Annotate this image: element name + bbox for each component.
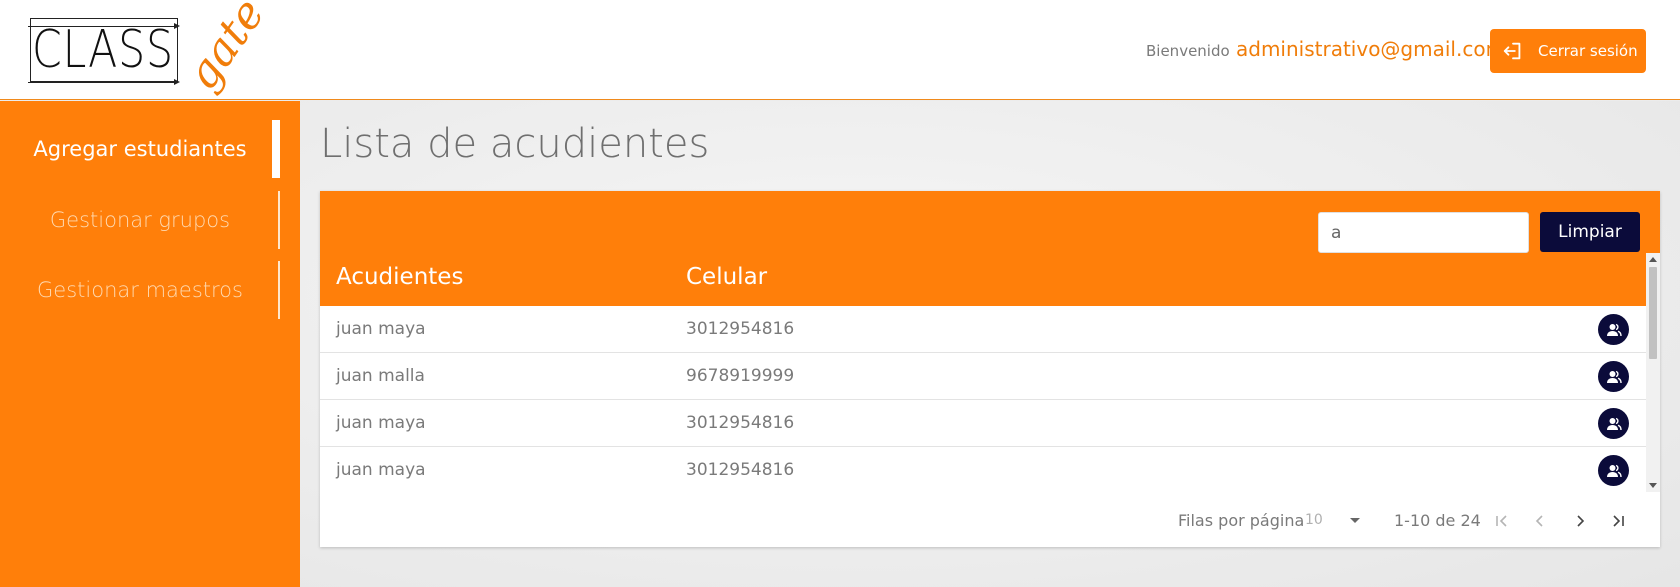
guardian-phone: 3012954816 (686, 413, 795, 433)
guardian-phone: 3012954816 (686, 460, 795, 480)
sidebar-item-gestionar-grupos[interactable]: Gestionar grupos (0, 191, 300, 249)
clear-button[interactable]: Limpiar (1540, 212, 1640, 252)
last-page-icon[interactable] (1606, 509, 1630, 533)
page-range-label: 1-10 de 24 (1394, 511, 1481, 530)
user-group-icon[interactable] (1598, 455, 1629, 486)
logo-accent-text: gate (176, 0, 275, 99)
welcome-label: Bienvenido (1146, 42, 1230, 60)
sidebar: Agregar estudiantes Gestionar grupos Ges… (0, 101, 300, 587)
sidebar-item-label: Gestionar maestros (37, 278, 243, 302)
scroll-up-arrow-icon[interactable] (1649, 257, 1657, 262)
chevron-left-icon[interactable] (1528, 509, 1552, 533)
item-divider (278, 261, 280, 319)
table-row: juan maya 3012954816 (320, 400, 1646, 447)
table-body: juan maya 3012954816 juan malla 96789199… (320, 306, 1646, 492)
user-group-icon[interactable] (1598, 314, 1629, 345)
guardian-name: juan maya (336, 319, 426, 339)
sidebar-item-label: Agregar estudiantes (33, 137, 247, 161)
column-header-celular[interactable]: Celular (686, 264, 767, 290)
logout-button[interactable]: Cerrar sesión (1490, 29, 1646, 73)
table-row: juan maya 3012954816 (320, 306, 1646, 353)
logout-label: Cerrar sesión (1538, 42, 1638, 60)
column-header-acudientes[interactable]: Acudientes (336, 264, 463, 290)
chevron-right-icon[interactable] (1568, 509, 1592, 533)
sidebar-item-label: Gestionar grupos (49, 208, 231, 232)
guardian-name: juan malla (336, 366, 425, 386)
guardian-phone: 9678919999 (686, 366, 795, 386)
table-row: juan maya 3012954816 (320, 447, 1646, 492)
sidebar-item-gestionar-maestros[interactable]: Gestionar maestros (0, 261, 300, 319)
table-toolbar: Limpiar Acudientes Celular (320, 191, 1660, 306)
guardian-name: juan maya (336, 460, 426, 480)
active-indicator (272, 120, 280, 178)
user-group-icon[interactable] (1598, 361, 1629, 392)
search-input[interactable] (1318, 212, 1529, 253)
logout-icon (1503, 42, 1521, 60)
logo-arrow-bottom (28, 79, 180, 85)
table-scrollbar[interactable] (1646, 253, 1660, 492)
rows-per-page-select[interactable]: 10 (1305, 512, 1385, 532)
rows-per-page-label: Filas por página (1178, 511, 1305, 530)
first-page-icon[interactable] (1490, 509, 1514, 533)
scroll-down-arrow-icon[interactable] (1649, 483, 1657, 488)
guardian-name: juan maya (336, 413, 426, 433)
guardian-phone: 3012954816 (686, 319, 795, 339)
rows-per-page-value: 10 (1305, 512, 1323, 528)
logo-text: CLASS (32, 20, 174, 80)
table-pagination: Filas por página 10 1-10 de 24 (320, 492, 1660, 547)
table-row: juan malla 9678919999 (320, 353, 1646, 400)
chevron-down-icon[interactable] (1350, 518, 1360, 523)
guardians-table-card: Limpiar Acudientes Celular juan maya 301… (320, 191, 1660, 547)
scroll-thumb[interactable] (1649, 267, 1657, 359)
logo-arrow-top (28, 23, 180, 29)
page-title: Lista de acudientes (320, 121, 710, 167)
main-content: Lista de acudientes Limpiar Acudientes C… (300, 101, 1680, 587)
top-header: CLASS gate Bienvenido administrativo@gma… (0, 0, 1680, 100)
user-group-icon[interactable] (1598, 408, 1629, 439)
sidebar-item-agregar-estudiantes[interactable]: Agregar estudiantes (0, 120, 300, 178)
classgate-logo[interactable]: CLASS gate (28, 0, 275, 99)
user-email: administrativo@gmail.com (1236, 37, 1506, 61)
item-divider (278, 191, 280, 249)
